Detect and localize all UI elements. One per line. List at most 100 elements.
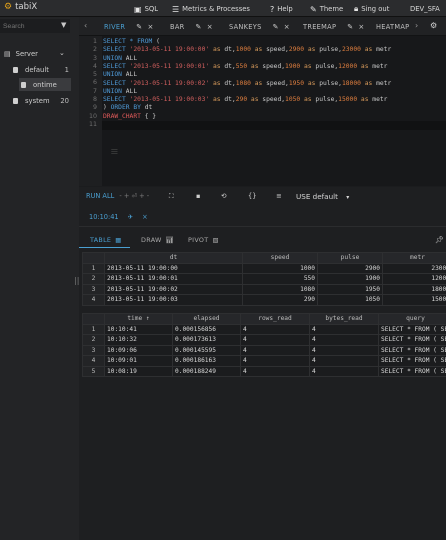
table-cell[interactable]: 15000 <box>382 294 446 306</box>
vertical-splitter-icon[interactable]: || <box>74 276 79 285</box>
close-icon[interactable]: × <box>147 23 153 31</box>
table-cell[interactable]: 1000 <box>242 262 318 274</box>
table-cell[interactable]: 1900 <box>317 273 383 285</box>
tab-table[interactable]: TABLE ▦ <box>90 236 122 244</box>
table-row[interactable]: 3 10:09:06 0.000145595 4 4 SELECT * FROM… <box>82 344 446 356</box>
table-cell[interactable]: SELECT * FROM ( SE <box>378 334 446 346</box>
editor-resize-handle-icon[interactable]: ||| <box>111 148 118 154</box>
table-row[interactable]: 4 2013-05-11 19:00:03 290 1050 15000 <box>82 294 446 306</box>
column-header[interactable]: speed <box>242 252 318 264</box>
table-cell[interactable]: 10:09:06 <box>104 344 173 356</box>
tree-ontime[interactable]: ontime <box>19 78 71 91</box>
nav-help[interactable]: ? Help <box>270 3 293 15</box>
column-header[interactable]: rows_read <box>240 313 310 325</box>
column-header[interactable]: time ↑ <box>104 313 173 325</box>
tab-pivot[interactable]: PIVOT ▧ <box>188 236 219 244</box>
nav-theme[interactable]: ✎ Theme <box>310 3 343 15</box>
table-cell[interactable]: SELECT * FROM ( SE <box>378 323 446 335</box>
table-cell[interactable]: 4 <box>240 365 310 377</box>
gear-icon[interactable]: ⚙ <box>430 21 437 30</box>
table-cell[interactable]: 2900 <box>317 262 383 274</box>
table-row[interactable]: 5 10:08:19 0.000188249 4 4 SELECT * FROM… <box>82 365 446 377</box>
table-cell[interactable]: 10:08:19 <box>104 365 173 377</box>
edit-icon[interactable]: ✎ <box>347 23 353 31</box>
edit-icon[interactable]: ✎ <box>136 23 142 31</box>
table-cell[interactable]: 0.000156856 <box>172 323 241 335</box>
table-cell[interactable]: 1050 <box>317 294 383 306</box>
table-cell[interactable]: 550 <box>242 273 318 285</box>
table-row[interactable]: 1 10:10:41 0.000156856 4 4 SELECT * FROM… <box>82 323 446 335</box>
tree-server[interactable]: ▤ Server <box>4 47 38 60</box>
table-cell[interactable]: 2013-05-11 19:00:02 <box>104 283 243 295</box>
tab-sankeys[interactable]: SANKEYS ✎ × <box>229 17 290 36</box>
tab-river[interactable]: RIVER ✎ × <box>104 17 154 36</box>
format-code-icon[interactable]: {} <box>248 192 256 200</box>
pin-icon[interactable]: 📌︎ <box>435 236 444 244</box>
table-cell[interactable]: 4 <box>240 323 310 335</box>
table-cell[interactable]: SELECT * FROM ( SE <box>378 355 446 367</box>
table-cell[interactable]: 4 <box>240 344 310 356</box>
list-icon[interactable]: ≡ <box>276 192 282 200</box>
table-cell[interactable]: 1080 <box>242 283 318 295</box>
column-header[interactable]: elapsed <box>172 313 241 325</box>
nav-sql[interactable]: ▣ SQL <box>134 3 158 15</box>
table-cell[interactable]: 4 <box>309 344 379 356</box>
search-input[interactable] <box>0 19 70 33</box>
table-cell[interactable]: 0.000186163 <box>172 355 241 367</box>
table-cell[interactable]: 10:09:01 <box>104 355 173 367</box>
column-header[interactable]: dt <box>104 252 243 264</box>
save-icon[interactable]: ▪ <box>196 192 200 200</box>
tab-scroll-left-icon[interactable]: ‹ <box>84 21 87 30</box>
nav-server-name[interactable]: DEV_SFA <box>410 3 440 15</box>
table-cell[interactable]: 4 <box>309 355 379 367</box>
table-cell[interactable]: 12000 <box>382 273 446 285</box>
close-icon[interactable]: × <box>358 23 364 31</box>
chevron-down-icon[interactable]: ⌄ <box>59 49 65 57</box>
table-cell[interactable]: SELECT * FROM ( SE <box>378 365 446 377</box>
column-header[interactable]: pulse <box>317 252 383 264</box>
nav-signout[interactable]: 🔒︎ Sing out <box>354 3 389 15</box>
tab-scroll-right-icon[interactable]: › <box>415 21 418 30</box>
fullscreen-icon[interactable]: ⛶ <box>169 192 174 201</box>
tree-default[interactable]: default 1 <box>13 63 69 76</box>
result-time-tab[interactable]: 10:10:41 ✈ × <box>86 213 148 221</box>
table-cell[interactable]: 0.000173613 <box>172 334 241 346</box>
column-header[interactable]: metr <box>382 252 446 264</box>
close-icon[interactable]: × <box>207 23 213 31</box>
filter-icon[interactable]: ▼ <box>61 21 68 29</box>
close-icon[interactable]: × <box>284 23 290 31</box>
database-select[interactable]: USE default ▾ <box>296 192 349 201</box>
table-cell[interactable]: 18000 <box>382 283 446 295</box>
tab-bar-chart[interactable]: BAR ✎ × <box>170 17 213 36</box>
close-icon[interactable]: × <box>142 213 148 221</box>
column-header[interactable]: bytes_read <box>309 313 379 325</box>
table-row[interactable]: 4 10:09:01 0.000186163 4 4 SELECT * FROM… <box>82 355 446 367</box>
table-cell[interactable]: SELECT * FROM ( SE <box>378 344 446 356</box>
table-row[interactable]: 1 2013-05-11 19:00:00 1000 2900 23000 <box>82 262 446 274</box>
table-cell[interactable]: 2013-05-11 19:00:03 <box>104 294 243 306</box>
edit-icon[interactable]: ✎ <box>196 23 202 31</box>
table-cell[interactable]: 0.000188249 <box>172 365 241 377</box>
table-cell[interactable]: 0.000145595 <box>172 344 241 356</box>
tab-heatmap[interactable]: HEATMAP <box>376 17 409 36</box>
table-cell[interactable]: 4 <box>240 355 310 367</box>
history-icon[interactable]: ⟲ <box>221 192 227 200</box>
app-logo[interactable]: ⚙ tabiX <box>4 2 37 12</box>
table-cell[interactable]: 4 <box>309 334 379 346</box>
table-cell[interactable]: 2013-05-11 19:00:00 <box>104 262 243 274</box>
table-row[interactable]: 2 2013-05-11 19:00:01 550 1900 12000 <box>82 273 446 285</box>
table-cell[interactable]: 4 <box>309 323 379 335</box>
pin-icon[interactable]: ✈ <box>128 213 134 221</box>
table-cell[interactable]: 23000 <box>382 262 446 274</box>
table-cell[interactable]: 1950 <box>317 283 383 295</box>
run-all-button[interactable]: RUN ALL - + ⏎ + - <box>86 192 149 200</box>
table-cell[interactable]: 4 <box>309 365 379 377</box>
table-cell[interactable]: 10:10:32 <box>104 334 173 346</box>
table-cell[interactable]: 4 <box>240 334 310 346</box>
tab-draw[interactable]: DRAW 📊︎ <box>141 236 174 244</box>
table-cell[interactable]: 2013-05-11 19:00:01 <box>104 273 243 285</box>
table-row[interactable]: 3 2013-05-11 19:00:02 1080 1950 18000 <box>82 283 446 295</box>
table-cell[interactable]: 10:10:41 <box>104 323 173 335</box>
tree-system[interactable]: system 20 <box>13 94 69 107</box>
edit-icon[interactable]: ✎ <box>273 23 279 31</box>
